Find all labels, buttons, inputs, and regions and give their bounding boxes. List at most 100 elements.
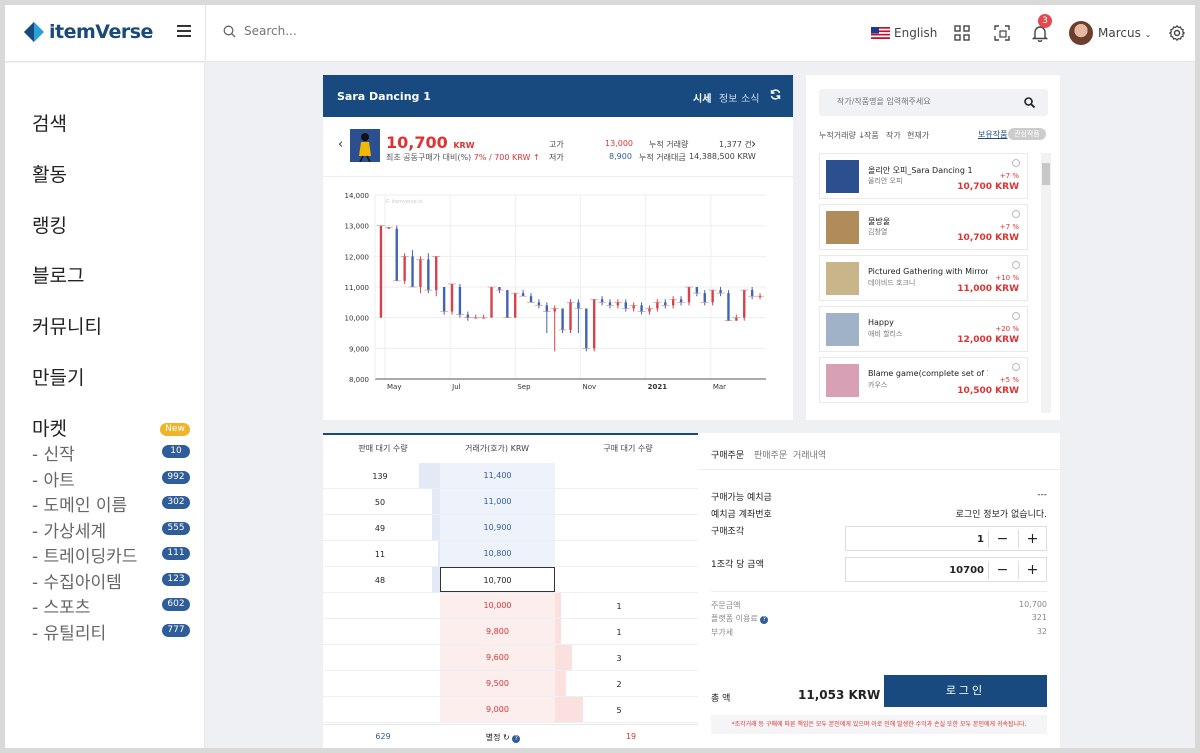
favorite-icon[interactable] <box>1012 312 1020 320</box>
candle-body <box>711 290 714 303</box>
plus-icon[interactable]: + <box>1018 530 1046 548</box>
search-input[interactable] <box>244 24 544 38</box>
help-icon: ? <box>512 735 521 743</box>
candle-body <box>506 290 509 318</box>
price-chart-panel: Sara Dancing 1 시세 정보 소식 ‹ 10,700 KRW 최초 … <box>323 75 793 420</box>
minus-icon[interactable]: − <box>988 561 1016 579</box>
favorite-icon[interactable] <box>1012 210 1020 218</box>
buy-depth-bar <box>555 645 572 670</box>
fullscreen-icon[interactable] <box>993 24 1011 42</box>
price-cell[interactable]: 11,400 <box>440 463 555 488</box>
item-name: Pictured Gathering with Mirror <box>868 267 988 276</box>
price-cell[interactable]: 9,800 <box>440 619 555 644</box>
candle-body <box>537 302 541 306</box>
candle-body <box>585 308 588 349</box>
search-icon[interactable] <box>1024 97 1035 108</box>
held-items-button[interactable]: 보유작품 <box>978 129 1007 140</box>
refresh-icon[interactable] <box>770 89 781 100</box>
sort-volume[interactable]: 누적거래량 ↓ <box>819 130 865 141</box>
favorite-icon[interactable] <box>1012 363 1020 371</box>
prev-item-icon[interactable]: ‹ <box>338 137 343 152</box>
chevron-down-icon: ⌄ <box>1144 30 1152 39</box>
sidebar-sub-art[interactable]: - 아트 <box>32 466 75 491</box>
login-button[interactable]: 로그인 <box>884 675 1047 707</box>
brand-logo[interactable]: itemVerse <box>23 21 153 43</box>
item-search-input[interactable] <box>837 97 1027 106</box>
price-cell[interactable]: 9,600 <box>440 645 555 670</box>
sort-price[interactable]: 현재가 <box>907 130 929 141</box>
unit-price-stepper[interactable]: 10700 − + <box>845 557 1047 582</box>
list-item[interactable]: Blame game(complete set of 10 ... 카우스 +5 %… <box>819 357 1028 403</box>
item-artist: 카우스 <box>868 381 888 389</box>
item-thumbnail <box>826 211 859 244</box>
tab-info[interactable]: 정보 <box>719 90 737 105</box>
item-thumbnail <box>350 129 380 163</box>
favorite-icon[interactable] <box>1012 159 1020 167</box>
next-item-icon[interactable]: › <box>751 137 756 152</box>
sidebar-sub-sports[interactable]: - 스포츠 <box>32 593 90 618</box>
deposit-label: 구매가능 예치금 <box>711 493 772 503</box>
tab-history[interactable]: 거래내역 <box>793 448 826 461</box>
price-cell[interactable]: 9,000 <box>440 697 555 722</box>
deposit-value: --- <box>1037 490 1047 500</box>
user-menu[interactable]: Marcus ⌄ <box>1098 26 1151 40</box>
count-badge: 777 <box>162 624 190 637</box>
candle-body <box>403 256 406 281</box>
sidebar-sub-virtual-world[interactable]: - 가상세계 <box>32 517 106 542</box>
price-cell[interactable]: 10,700 <box>440 567 555 592</box>
tab-sell-order[interactable]: 판매주문 <box>754 448 787 461</box>
price-cell[interactable]: 10,900 <box>440 515 555 540</box>
price-cell[interactable]: 11,000 <box>440 489 555 514</box>
sidebar-item-blog[interactable]: 블로그 <box>32 261 84 288</box>
top-header: itemVerse English <box>5 5 1195 62</box>
sidebar-item-search[interactable]: 검색 <box>32 109 67 136</box>
item-change: +7 % <box>999 223 1019 231</box>
plus-icon[interactable]: + <box>1018 561 1046 579</box>
sell-qty: 11 <box>374 550 386 559</box>
list-item[interactable]: Pictured Gathering with Mirror 데이비드 호크니 +1… <box>819 255 1028 301</box>
watchlist-button[interactable]: 관심작품 <box>1008 128 1046 140</box>
qty-stepper[interactable]: 1 − + <box>845 526 1047 551</box>
list-scrollbar[interactable] <box>1041 153 1051 413</box>
item-thumbnail <box>826 160 859 193</box>
sidebar-item-create[interactable]: 만들기 <box>32 363 84 390</box>
tab-price[interactable]: 시세 <box>693 90 711 105</box>
list-item[interactable]: 올리안 오피_Sara Dancing 1 올리안 오피 +7 % 10,700 KR… <box>819 153 1028 199</box>
candle-body <box>442 287 446 312</box>
sell-depth-bar <box>432 515 440 540</box>
sidebar-sub-new[interactable]: - 신작 <box>32 440 75 465</box>
center-label[interactable]: 별정 ↻ ? <box>473 732 533 743</box>
list-item[interactable]: 물방울 김창열 +7 % 10,700 KRW <box>819 204 1028 250</box>
item-thumbnail <box>826 313 859 346</box>
unit-price-value: 10700 <box>949 565 984 576</box>
favorite-icon[interactable] <box>1012 261 1020 269</box>
list-item[interactable]: Happy 애비 할리스 +20 % 12,000 KRW <box>819 306 1028 352</box>
price-cell[interactable]: 10,800 <box>440 541 555 566</box>
tab-news[interactable]: 소식 <box>741 90 759 105</box>
minus-icon[interactable]: − <box>988 530 1016 548</box>
item-price: 10,500 KRW <box>957 386 1019 396</box>
language-selector[interactable]: English <box>871 26 937 40</box>
sidebar-item-market[interactable]: 마켓 <box>32 414 67 441</box>
sidebar-item-activity[interactable]: 활동 <box>32 160 67 187</box>
sidebar-item-community[interactable]: 커뮤니티 <box>32 312 102 339</box>
tab-buy-order[interactable]: 구매주문 <box>711 448 744 461</box>
sidebar-sub-trading-card[interactable]: - 트레이딩카드 <box>32 542 137 567</box>
sort-artist[interactable]: 작가 <box>886 130 901 141</box>
candle-body <box>569 302 572 330</box>
item-artist: 데이비드 호크니 <box>868 279 916 287</box>
fee-value: 10,700 <box>1019 600 1047 609</box>
avatar[interactable] <box>1069 21 1093 45</box>
price-cell[interactable]: 10,000 <box>440 593 555 618</box>
candle-body <box>545 305 549 312</box>
sort-work[interactable]: 작품 <box>864 130 879 141</box>
sidebar-sub-collectibles[interactable]: - 수집아이템 <box>32 568 122 593</box>
qty-value: 1 <box>977 534 984 545</box>
sidebar-sub-domain[interactable]: - 도메인 이름 <box>32 491 127 516</box>
grid-apps-icon[interactable] <box>953 24 971 42</box>
sidebar-item-ranking[interactable]: 랭킹 <box>32 211 67 238</box>
gear-icon[interactable] <box>1168 24 1186 42</box>
price-cell[interactable]: 9,500 <box>440 671 555 696</box>
sidebar-sub-utility[interactable]: - 유틸리티 <box>32 619 106 644</box>
hamburger-menu-icon[interactable] <box>177 25 191 37</box>
